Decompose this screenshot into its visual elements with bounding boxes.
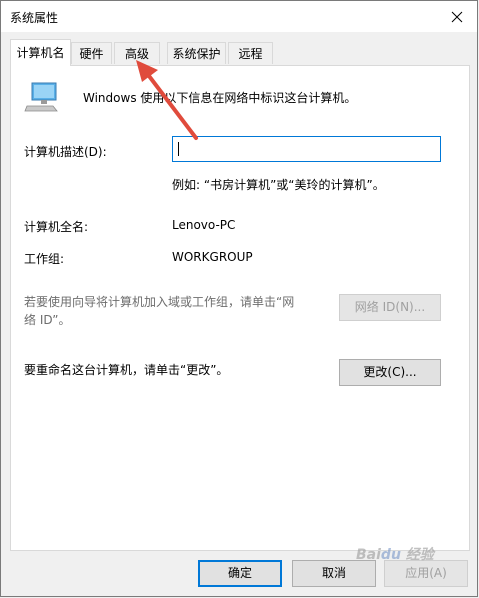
network-id-text-line2: 络 ID”。: [24, 313, 71, 327]
tab-label: 远程: [238, 47, 263, 61]
annotation-arrow-icon: [136, 60, 198, 140]
ok-button-label: 确定: [227, 566, 252, 580]
network-id-button[interactable]: 网络 ID(N)...: [339, 294, 441, 321]
description-label: 计算机描述(D):: [24, 145, 107, 159]
close-button[interactable]: [437, 1, 477, 32]
apply-button-label: 应用(A): [405, 566, 447, 580]
baidu-watermark-logo: Baidu 经验: [356, 547, 434, 563]
computer-icon: [24, 82, 58, 112]
workgroup-value: WORKGROUP: [172, 250, 253, 264]
description-example: 例如: “书房计算机”或“美玲的计算机”。: [172, 178, 385, 192]
tab-computer-name[interactable]: 计算机名: [10, 39, 71, 66]
system-properties-window: 系统属性 计算机名 硬件 高级 系统保护 远程 Windows 使用以下信息在网…: [0, 0, 478, 597]
rename-text: 要重命名这台计算机，请单击“更改”。: [24, 363, 229, 377]
close-icon: [451, 11, 463, 22]
tab-hardware[interactable]: 硬件: [71, 42, 112, 64]
change-button[interactable]: 更改(C)...: [339, 359, 441, 386]
apply-button[interactable]: 应用(A): [384, 560, 468, 587]
full-name-value: Lenovo-PC: [172, 218, 236, 232]
network-id-text-line1: 若要使用向导将计算机加入域或工作组，请单击“网: [24, 295, 295, 309]
workgroup-label: 工作组:: [24, 252, 65, 266]
computer-description-input[interactable]: [172, 136, 441, 162]
full-name-label: 计算机全名:: [24, 220, 89, 234]
window-title: 系统属性: [10, 11, 59, 25]
ok-button[interactable]: 确定: [198, 560, 282, 587]
tab-label: 计算机名: [16, 46, 65, 60]
change-button-label: 更改(C)...: [363, 365, 417, 379]
cancel-button-label: 取消: [321, 566, 346, 580]
network-id-button-label: 网络 ID(N)...: [354, 300, 426, 314]
tab-remote[interactable]: 远程: [228, 42, 273, 64]
cancel-button[interactable]: 取消: [292, 560, 376, 587]
title-bar: 系统属性: [1, 1, 477, 32]
tab-label: 硬件: [79, 47, 104, 61]
info-text: Windows 使用以下信息在网络中标识这台计算机。: [83, 91, 357, 105]
